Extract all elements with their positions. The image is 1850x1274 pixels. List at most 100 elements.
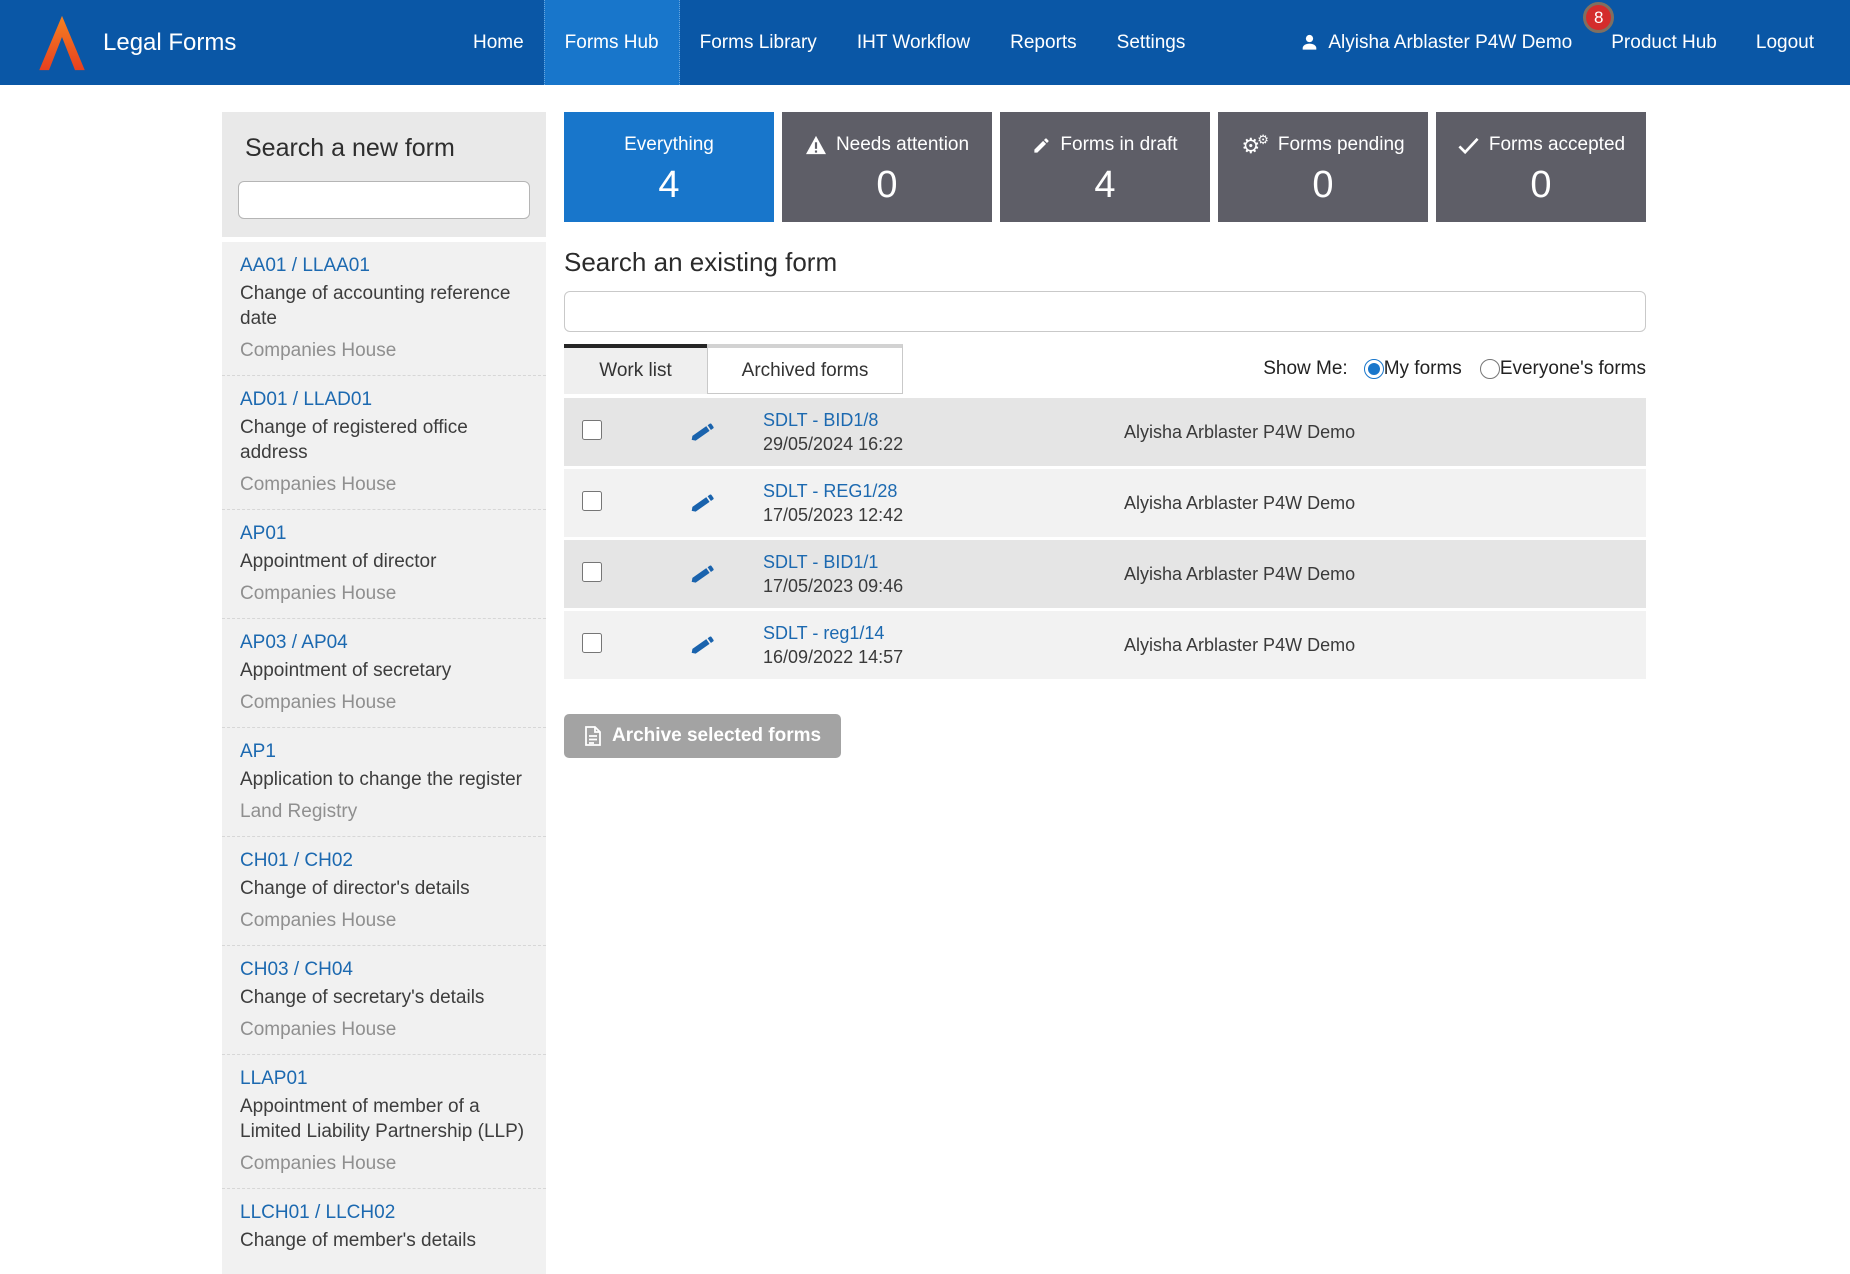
- filter-card-everything[interactable]: Everything 4: [564, 112, 774, 222]
- list-item: AD01 / LLAD01 Change of registered offic…: [222, 375, 546, 509]
- existing-form-search-input[interactable]: [564, 291, 1646, 332]
- radio-everyones-forms-input[interactable]: [1480, 359, 1500, 379]
- nav-item-reports[interactable]: Reports: [990, 0, 1097, 85]
- nav-item-settings[interactable]: Settings: [1097, 0, 1206, 85]
- nav-item-product-hub[interactable]: Product Hub: [1611, 32, 1717, 54]
- pencil-icon: [1032, 136, 1051, 155]
- form-description: Change of accounting reference date: [240, 281, 528, 331]
- form-code-link[interactable]: AP03 / AP04: [240, 632, 348, 654]
- form-code-link[interactable]: CH03 / CH04: [240, 959, 353, 981]
- card-count: 4: [1094, 163, 1115, 207]
- table-row: SDLT - REG1/28 17/05/2023 12:42 Alyisha …: [564, 469, 1646, 540]
- work-list-table: SDLT - BID1/8 29/05/2024 16:22 Alyisha A…: [564, 398, 1646, 682]
- list-item: AP01 Appointment of director Companies H…: [222, 509, 546, 618]
- row-checkbox[interactable]: [582, 633, 602, 653]
- new-form-list: AA01 / LLAA01 Change of accounting refer…: [222, 242, 546, 1274]
- nav-item-forms-hub[interactable]: Forms Hub: [544, 0, 680, 85]
- tabs-row: Work list Archived forms Show Me: My for…: [564, 344, 1646, 394]
- form-code-link[interactable]: AP01: [240, 523, 286, 545]
- form-code-link[interactable]: AD01 / LLAD01: [240, 389, 372, 411]
- form-description: Change of director's details: [240, 876, 528, 901]
- table-row: SDLT - reg1/14 16/09/2022 14:57 Alyisha …: [564, 611, 1646, 682]
- archive-icon: [584, 726, 602, 746]
- form-owner: Alyisha Arblaster P4W Demo: [1124, 564, 1646, 585]
- main-content: Everything 4 Needs attention 0 Forms in …: [564, 112, 1646, 758]
- tab-work-list[interactable]: Work list: [564, 344, 707, 394]
- user-menu[interactable]: Alyisha Arblaster P4W Demo 8: [1300, 0, 1572, 85]
- card-label: Forms accepted: [1489, 134, 1625, 156]
- new-form-search-input[interactable]: [238, 181, 530, 219]
- form-code-link[interactable]: LLAP01: [240, 1068, 308, 1090]
- table-row: SDLT - BID1/8 29/05/2024 16:22 Alyisha A…: [564, 398, 1646, 469]
- list-item: LLCH01 / LLCH02 Change of member's detai…: [222, 1188, 546, 1274]
- card-count: 0: [1530, 163, 1551, 207]
- form-link[interactable]: SDLT - reg1/14: [763, 623, 884, 644]
- form-description: Appointment of secretary: [240, 658, 528, 683]
- nav-item-home[interactable]: Home: [453, 0, 544, 85]
- edit-pencil-icon: [668, 561, 738, 587]
- filter-card-forms-accepted[interactable]: Forms accepted 0: [1436, 112, 1646, 222]
- filter-card-forms-pending[interactable]: ⚙⚙ Forms pending 0: [1218, 112, 1428, 222]
- filter-card-needs-attention[interactable]: Needs attention 0: [782, 112, 992, 222]
- form-agency: Companies House: [240, 473, 528, 496]
- table-row: SDLT - BID1/1 17/05/2023 09:46 Alyisha A…: [564, 540, 1646, 611]
- list-item: AP1 Application to change the register L…: [222, 727, 546, 836]
- filter-card-forms-in-draft[interactable]: Forms in draft 4: [1000, 112, 1210, 222]
- list-item: AA01 / LLAA01 Change of accounting refer…: [222, 242, 546, 375]
- nav-item-iht-workflow[interactable]: IHT Workflow: [837, 0, 990, 85]
- card-label: Needs attention: [836, 134, 969, 156]
- form-description: Change of member's details: [240, 1228, 528, 1253]
- edit-pencil-icon: [668, 632, 738, 658]
- top-nav: Legal Forms Home Forms Hub Forms Library…: [0, 0, 1850, 85]
- row-checkbox[interactable]: [582, 420, 602, 440]
- list-item: CH03 / CH04 Change of secretary's detail…: [222, 945, 546, 1054]
- nav-right: Alyisha Arblaster P4W Demo 8 Product Hub…: [1300, 0, 1814, 85]
- form-owner: Alyisha Arblaster P4W Demo: [1124, 493, 1646, 514]
- archive-selected-forms-button[interactable]: Archive selected forms: [564, 714, 841, 758]
- radio-my-forms[interactable]: My forms: [1364, 358, 1462, 380]
- list-item: LLAP01 Appointment of member of a Limite…: [222, 1054, 546, 1188]
- brand[interactable]: Legal Forms: [36, 0, 236, 85]
- card-count: 0: [1312, 163, 1333, 207]
- form-timestamp: 17/05/2023 09:46: [763, 576, 1124, 597]
- form-timestamp: 17/05/2023 12:42: [763, 505, 1124, 526]
- sidebar: Search a new form AA01 / LLAA01 Change o…: [222, 112, 546, 1274]
- form-agency: Companies House: [240, 1152, 528, 1175]
- notification-badge[interactable]: 8: [1583, 2, 1614, 33]
- user-name: Alyisha Arblaster P4W Demo: [1328, 32, 1572, 54]
- card-label: Everything: [624, 134, 714, 156]
- radio-everyones-forms[interactable]: Everyone's forms: [1480, 358, 1646, 380]
- tab-archived-forms[interactable]: Archived forms: [707, 344, 903, 394]
- form-code-link[interactable]: LLCH01 / LLCH02: [240, 1202, 395, 1224]
- row-checkbox[interactable]: [582, 562, 602, 582]
- form-agency: Companies House: [240, 339, 528, 362]
- form-description: Appointment of member of a Limited Liabi…: [240, 1094, 528, 1144]
- list-item: CH01 / CH02 Change of director's details…: [222, 836, 546, 945]
- form-owner: Alyisha Arblaster P4W Demo: [1124, 422, 1646, 443]
- card-count: 4: [658, 163, 679, 207]
- form-agency: Companies House: [240, 691, 528, 714]
- form-description: Change of registered office address: [240, 415, 528, 465]
- form-link[interactable]: SDLT - REG1/28: [763, 481, 897, 502]
- list-item: AP03 / AP04 Appointment of secretary Com…: [222, 618, 546, 727]
- edit-pencil-icon: [668, 419, 738, 445]
- nav-menu: Home Forms Hub Forms Library IHT Workflo…: [453, 0, 1205, 85]
- form-code-link[interactable]: CH01 / CH02: [240, 850, 353, 872]
- status-cards: Everything 4 Needs attention 0 Forms in …: [564, 112, 1646, 222]
- user-icon: [1300, 33, 1319, 52]
- nav-item-forms-library[interactable]: Forms Library: [680, 0, 837, 85]
- form-description: Change of secretary's details: [240, 985, 528, 1010]
- form-code-link[interactable]: AA01 / LLAA01: [240, 255, 370, 277]
- edit-pencil-icon: [668, 490, 738, 516]
- form-agency: Companies House: [240, 582, 528, 605]
- row-checkbox[interactable]: [582, 491, 602, 511]
- radio-my-forms-input[interactable]: [1364, 359, 1384, 379]
- form-link[interactable]: SDLT - BID1/1: [763, 552, 878, 573]
- form-code-link[interactable]: AP1: [240, 741, 276, 763]
- sidebar-header: Search a new form: [222, 112, 546, 237]
- form-owner: Alyisha Arblaster P4W Demo: [1124, 635, 1646, 656]
- form-agency: Land Registry: [240, 800, 528, 823]
- form-link[interactable]: SDLT - BID1/8: [763, 410, 878, 431]
- nav-item-logout[interactable]: Logout: [1756, 32, 1814, 54]
- card-label: Forms in draft: [1060, 134, 1177, 156]
